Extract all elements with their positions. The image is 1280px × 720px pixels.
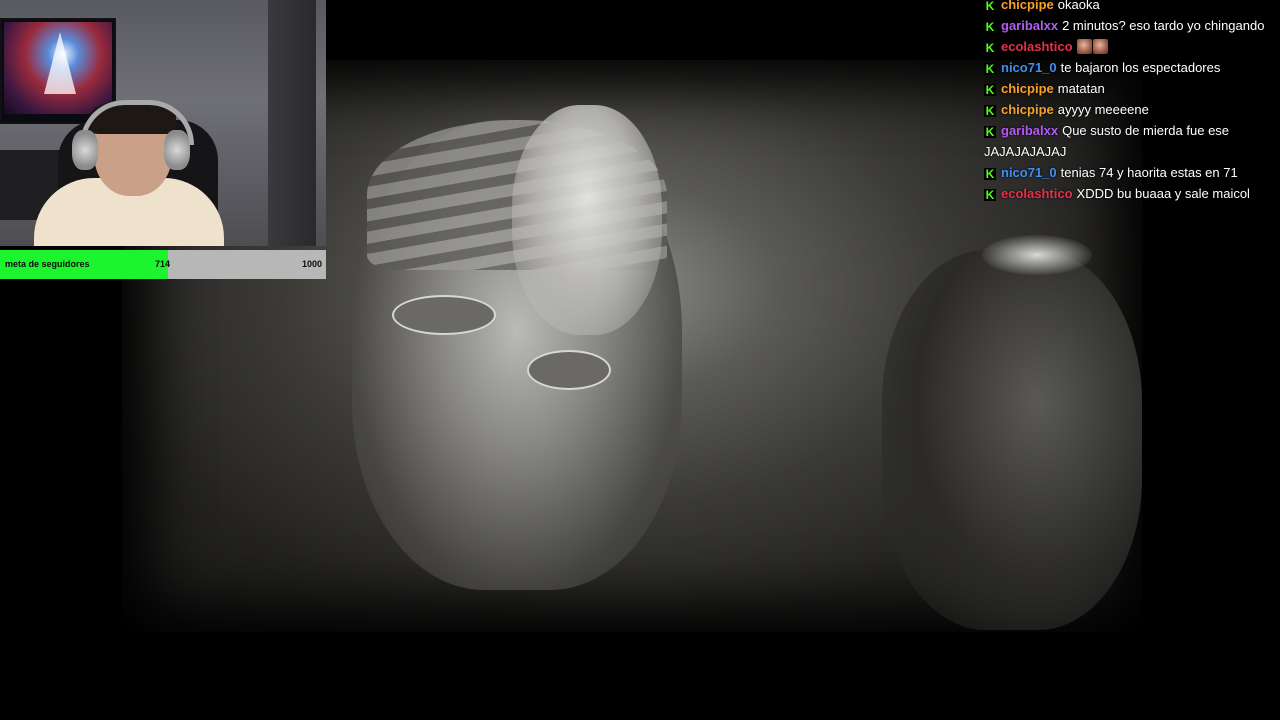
statue-eye-left [392,295,496,335]
chat-message-text: 2 minutos? eso tardo yo chingando [1062,18,1265,33]
chat-message: Kchicpipe ayyyy meeeene [984,99,1276,120]
shadow-figure [882,250,1142,630]
chat-username[interactable]: ecolashtico [1001,39,1073,54]
kick-badge-icon: K [984,125,996,139]
chat-username[interactable]: nico71_0 [1001,60,1057,75]
chat-message: Kgaribalxx 2 minutos? eso tardo yo chinga… [984,15,1276,36]
chat-message: Knico71_0 tenias 74 y haorita estas en 71 [984,162,1276,183]
follower-goal-target: 1000 [301,259,322,269]
chat-username[interactable]: nico71_0 [1001,165,1057,180]
chat-username[interactable]: chicpipe [1001,102,1054,117]
chat-message-text: XDDD bu buaaa y sale maicol [1076,186,1250,201]
chat-username[interactable]: garibalxx [1001,18,1058,33]
chat-message-text: te bajaron los espectadores [1060,60,1221,75]
kick-badge-icon: K [984,167,996,181]
chat-message: Kchicpipe okaoka [984,0,1276,15]
kick-badge-icon: K [984,188,996,202]
chat-message: Kecolashtico XDDD bu buaaa y sale maicol [984,183,1276,204]
chat-message: Kgaribalxx Que susto de mierda fue ese JA… [984,120,1276,162]
headphone-right [164,130,190,170]
chat-message-text: matatan [1057,81,1105,96]
stream-overlay: meta de seguidores 714 1000 Kchicpipe oka… [0,0,1280,720]
kick-badge-icon: K [984,0,996,13]
kick-badge-icon: K [984,62,996,76]
chat-overlay: Kchicpipe okaoka Kgaribalxx 2 minutos? eso … [984,0,1276,204]
christmas-tree-icon [44,32,76,94]
kick-badge-icon: K [984,41,996,55]
kick-badge-icon: K [984,104,996,118]
statue-hand [512,105,662,335]
chat-message-text: okaoka [1057,0,1100,12]
chat-username[interactable]: chicpipe [1001,0,1054,12]
kick-badge-icon: K [984,83,996,97]
statue-eye-right [527,350,611,390]
kick-badge-icon: K [984,20,996,34]
face-emote-icon [1076,39,1092,54]
chat-message: Kchicpipe matatan [984,78,1276,99]
chat-message-text: ayyyy meeeene [1057,102,1149,117]
follower-goal-current: 714 [155,259,171,269]
headphone-left [72,130,98,170]
shadow-figure-hand [982,235,1092,275]
follower-goal-label: meta de seguidores [5,259,90,269]
webcam-feed [0,0,326,246]
face-emote-icon [1092,39,1108,54]
chat-message: Knico71_0 te bajaron los espectadores [984,57,1276,78]
streamer [34,100,224,246]
follower-goal-bar: meta de seguidores 714 1000 [0,250,326,279]
chat-username[interactable]: garibalxx [1001,123,1058,138]
chat-message: Kecolashtico [984,36,1276,57]
chat-username[interactable]: chicpipe [1001,81,1054,96]
chat-username[interactable]: ecolashtico [1001,186,1073,201]
door [268,0,316,246]
chat-message-text: tenias 74 y haorita estas en 71 [1060,165,1238,180]
